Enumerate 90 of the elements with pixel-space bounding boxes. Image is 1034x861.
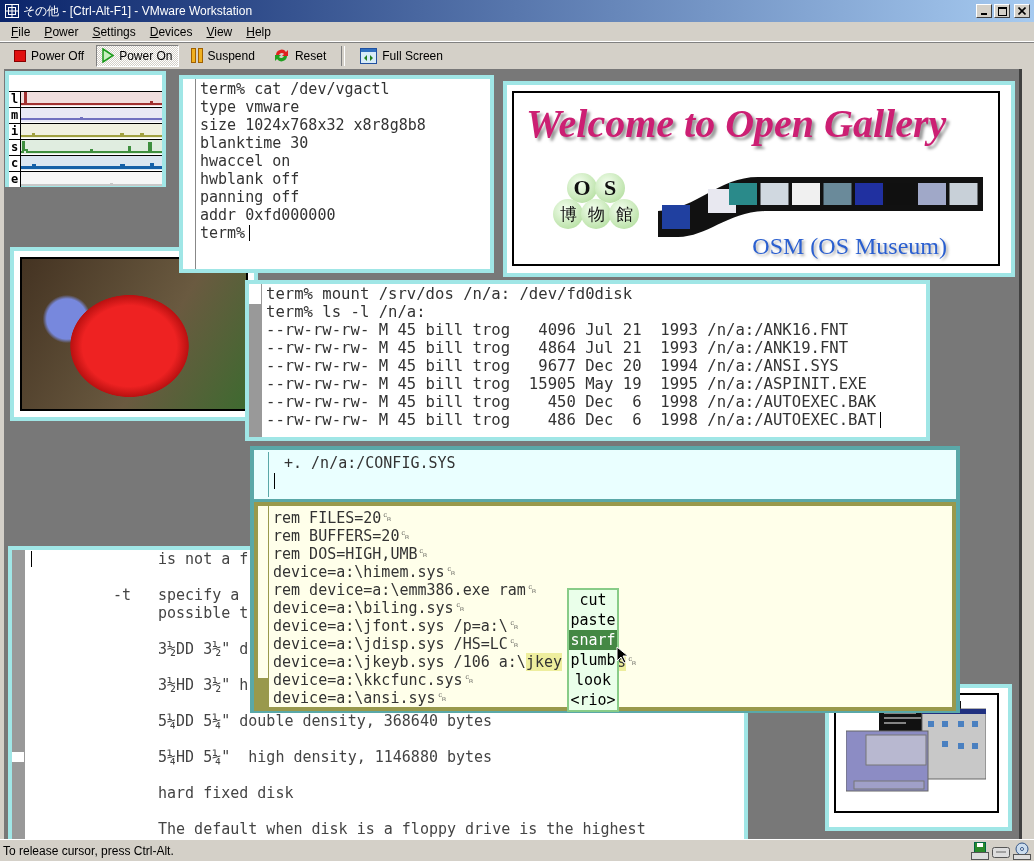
code-line: rem DOS=HIGH,UMB␍	[273, 545, 430, 563]
toolbar-button[interactable]: Power Off	[8, 44, 91, 67]
graph-label: c	[9, 156, 21, 171]
toolbar-button[interactable]: Suspend	[184, 44, 261, 67]
menu-item[interactable]: Help	[239, 23, 278, 40]
badge-letter: 博	[553, 199, 583, 229]
menu-item[interactable]: Devices	[142, 23, 200, 40]
manual-text: is not a f	[158, 550, 249, 568]
banner-title: Welcome to Open Gallery	[526, 101, 947, 147]
window-icon	[360, 47, 378, 64]
menu-item[interactable]: File	[4, 23, 38, 40]
menu-item[interactable]: Settings	[85, 23, 143, 40]
pause-icon	[190, 48, 203, 63]
manual-text: The default when disk is a floppy drive is the highest	[158, 820, 646, 838]
graph-label: l	[9, 92, 21, 107]
menu-item[interactable]: Power	[37, 23, 86, 40]
terminal-line: hwaccel on	[200, 152, 291, 170]
terminal-line: --rw-rw-rw- M 45 bill trog 486 Dec 6 1998 /n/a:/AUTOEXEC.BAT	[266, 411, 885, 429]
graph-label: e	[9, 172, 21, 187]
close-button[interactable]	[1014, 4, 1030, 18]
badge-letter: 物	[581, 199, 611, 229]
cd-drive-icon[interactable]	[1013, 841, 1031, 860]
badge-letter: O	[567, 173, 597, 203]
close-icon	[1018, 7, 1026, 15]
menu-option[interactable]: snarf	[569, 630, 617, 650]
scrollbar-thumb[interactable]	[12, 752, 24, 762]
toolbar-button[interactable]: Reset	[266, 44, 333, 67]
scrollbar-thumb[interactable]	[249, 284, 261, 304]
terminal-line: --rw-rw-rw- M 45 bill trog 15905 May 19 1995 /n/a:/ASPINIT.EXE	[266, 375, 867, 393]
badge-letter: S	[595, 173, 625, 203]
menu-option[interactable]: plumb	[569, 650, 617, 670]
terminal-line: --rw-rw-rw- M 45 bill trog 9677 Dec 20 1994 /n/a:/ANSI.SYS	[266, 357, 839, 375]
refresh-arrows-icon	[272, 47, 290, 64]
code-line: device=a:\biling.sys␍	[273, 599, 466, 617]
window-title: その他 - [Ctrl-Alt-F1] - VMware Workstation	[23, 2, 254, 20]
menu-item[interactable]: View	[199, 23, 240, 40]
file-path-tag[interactable]: +. /n/a:/CONFIG.SYS	[284, 454, 456, 472]
menu-option[interactable]: look	[569, 670, 617, 690]
manual-text: 5¼HD 5¼" high density, 1146880 bytes	[158, 748, 493, 766]
status-text: To release cursor, press Ctrl-Alt.	[3, 843, 174, 858]
app-icon	[4, 3, 20, 19]
terminal-line: --rw-rw-rw- M 45 bill trog 450 Dec 6 1998 /n/a:/AUTOEXEC.BAK	[266, 393, 877, 411]
graph-label: s	[9, 140, 21, 155]
text-cursor-icon	[274, 473, 278, 489]
floppy-drive-icon[interactable]	[971, 841, 989, 860]
manual-text: specify a	[158, 586, 240, 604]
code-line: rem FILES=20␍	[273, 509, 394, 527]
manual-text: 3½HD 3½" h	[158, 676, 249, 694]
menu-option[interactable]: <rio>	[569, 690, 617, 710]
manual-text: 5¼DD 5¼" double density, 368640 bytes	[158, 712, 493, 730]
minimize-button[interactable]	[976, 4, 992, 18]
code-line: device=a:\himem.sys␍	[273, 563, 457, 581]
toolbar-button[interactable]: Full Screen	[354, 44, 449, 67]
terminal-line: type vmware	[200, 98, 300, 116]
maximize-icon	[997, 6, 1007, 16]
code-line: device=a:\ansi.sys␍	[273, 689, 448, 707]
graph-label: m	[9, 108, 21, 123]
code-line: device=a:\jfont.sys /p=a:\␍	[273, 617, 520, 635]
scrollbar[interactable]	[258, 506, 269, 707]
badge-letter: 館	[609, 199, 639, 229]
menu-option[interactable]: cut	[569, 590, 617, 610]
stop-square-icon	[14, 49, 26, 62]
code-line: device=a:\kkcfunc.sys␍	[273, 671, 475, 689]
toolbar-button[interactable]: Power On	[96, 44, 179, 67]
terminal-line: panning off	[200, 188, 300, 206]
terminal-line: term% ls -l /n/a:	[266, 303, 426, 321]
terminal-line: hwblank off	[200, 170, 300, 188]
scrollbar[interactable]	[12, 550, 25, 839]
play-icon	[102, 48, 115, 63]
terminal-line: term%	[200, 224, 254, 242]
text-cursor-icon	[31, 551, 35, 567]
manual-text: hard fixed disk	[158, 784, 294, 802]
terminal-line: term% cat /dev/vgactl	[200, 80, 390, 98]
terminal-line: blanktime 30	[200, 134, 309, 152]
terminal-line: --rw-rw-rw- M 45 bill trog 4096 Jul 21 1993 /n/a:/ANK16.FNT	[266, 321, 849, 339]
option-name: -t	[113, 586, 132, 604]
terminal-line: --rw-rw-rw- M 45 bill trog 4864 Jul 21 1993 /n/a:/ANK19.FNT	[266, 339, 849, 357]
maximize-button[interactable]	[994, 4, 1010, 18]
graph-label: i	[9, 124, 21, 139]
terminal-line: addr 0xfd000000	[200, 206, 336, 224]
terminal-line: size 1024x768x32 x8r8g8b8	[200, 116, 426, 134]
terminal-line: term% mount /srv/dos /n/a: /dev/fd0disk	[266, 285, 633, 303]
manual-text: possible t	[158, 604, 249, 622]
banner-caption: OSM (OS Museum)	[752, 233, 947, 260]
code-line: rem device=a:\emm386.exe ram␍	[273, 581, 538, 599]
manual-text: 3½DD 3½" d	[158, 640, 249, 658]
code-line: rem BUFFERS=20␍	[273, 527, 412, 545]
code-line: device=a:\jdisp.sys /HS=LC␍	[273, 635, 520, 653]
menu-option[interactable]: paste	[569, 610, 617, 630]
scrollbar[interactable]	[249, 284, 262, 437]
